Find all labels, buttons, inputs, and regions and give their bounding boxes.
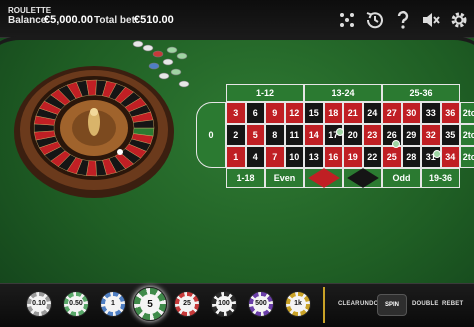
column-bet-2to1[interactable]: 2to1	[460, 124, 474, 146]
chip-1[interactable]: 1	[100, 291, 126, 317]
number-cell[interactable]: 28	[401, 146, 421, 168]
number-cell[interactable]: 16	[323, 146, 343, 168]
game-stage: ROULETTE Balance €5,000.00 Total bet €51…	[0, 0, 474, 327]
outside-bet[interactable]: Even	[265, 168, 304, 188]
number-cell[interactable]: 22	[362, 146, 382, 168]
number-cell[interactable]: 11	[284, 124, 304, 146]
zero-cell[interactable]: 0	[196, 102, 226, 168]
outside-bet[interactable]: 1-18	[226, 168, 265, 188]
chip-25[interactable]: 25	[174, 291, 200, 317]
number-cell[interactable]: 24	[362, 102, 382, 124]
column-bet-2to1[interactable]: 2to1	[460, 102, 474, 124]
undo-button[interactable]: UNDO	[360, 301, 378, 307]
number-cell[interactable]: 2	[226, 124, 246, 146]
number-cell[interactable]: 10	[284, 146, 304, 168]
number-cell[interactable]: 7	[265, 146, 285, 168]
outside-bet[interactable]: Odd	[382, 168, 421, 188]
chip-label: 500	[253, 296, 269, 312]
number-cell[interactable]: 27	[382, 102, 402, 124]
chip-label: 1k	[290, 296, 306, 312]
chip-0-50[interactable]: 0.50	[63, 291, 89, 317]
dozen-bet[interactable]: 25-36	[382, 84, 460, 102]
number-cell[interactable]: 3	[226, 102, 246, 124]
number-cell[interactable]: 18	[323, 102, 343, 124]
number-cell[interactable]: 21	[343, 102, 363, 124]
number-cell[interactable]: 19	[343, 146, 363, 168]
number-cell[interactable]: 20	[343, 124, 363, 146]
chip-label: 5	[139, 293, 161, 315]
number-cell[interactable]: 1	[226, 146, 246, 168]
help-icon[interactable]	[392, 9, 414, 31]
drag-handle-icon[interactable]	[336, 9, 358, 31]
number-cell[interactable]: 34	[440, 146, 460, 168]
number-cell[interactable]: 35	[440, 124, 460, 146]
number-cell[interactable]: 25	[382, 146, 402, 168]
history-icon[interactable]	[364, 9, 386, 31]
dozen-bet[interactable]: 13-24	[304, 84, 382, 102]
chip-0-10[interactable]: 0.10	[26, 291, 52, 317]
total-bet-label: Total bet	[94, 15, 135, 26]
chip-label: 0.10	[31, 296, 47, 312]
number-cell[interactable]: 30	[401, 102, 421, 124]
number-cell[interactable]: 15	[304, 102, 324, 124]
bar-divider	[323, 287, 325, 323]
chip-label: 1	[105, 296, 121, 312]
number-cell[interactable]: 4	[245, 146, 265, 168]
black-bet[interactable]	[343, 168, 382, 188]
number-cell[interactable]: 23	[362, 124, 382, 146]
settings-icon[interactable]	[448, 9, 470, 31]
red-diamond-icon	[307, 168, 340, 188]
placed-chip[interactable]	[392, 140, 400, 148]
placed-chip[interactable]	[433, 150, 441, 158]
dozen-bet[interactable]: 1-12	[226, 84, 304, 102]
number-cell[interactable]: 36	[440, 102, 460, 124]
number-cell[interactable]: 9	[265, 102, 285, 124]
spin-button[interactable]: SPIN	[377, 294, 407, 316]
number-cell[interactable]: 14	[304, 124, 324, 146]
roulette-wheel	[14, 66, 174, 198]
balance-label: Balance	[8, 15, 47, 26]
betting-grid: 0 3 6 9 12 15 18 21 24 27 30 33 36 2 5 8 11 14 17 20 23 26 29 3…	[192, 82, 474, 204]
number-cell[interactable]: 32	[421, 124, 441, 146]
sound-muted-icon[interactable]	[420, 9, 442, 31]
number-cell[interactable]: 29	[401, 124, 421, 146]
roulette-ball	[117, 149, 123, 155]
placed-chip[interactable]	[335, 128, 344, 136]
chip-100[interactable]: 100	[211, 291, 237, 317]
double-button[interactable]: DOUBLE	[412, 301, 439, 307]
chip-label: 0.50	[68, 296, 84, 312]
chip-500[interactable]: 500	[248, 291, 274, 317]
red-bet[interactable]	[304, 168, 343, 188]
number-cell[interactable]: 12	[284, 102, 304, 124]
balance-value: €5,000.00	[44, 14, 93, 26]
chip-5[interactable]: 5	[133, 287, 167, 321]
chip-label: 100	[216, 296, 232, 312]
number-cell[interactable]: 13	[304, 146, 324, 168]
black-diamond-icon	[346, 168, 379, 188]
chip-1k[interactable]: 1k	[285, 291, 311, 317]
number-cell[interactable]: 8	[265, 124, 285, 146]
clear-button[interactable]: CLEAR	[338, 301, 360, 307]
chip-label: 25	[179, 296, 195, 312]
outside-bet[interactable]: 19-36	[421, 168, 460, 188]
number-cell[interactable]: 6	[245, 102, 265, 124]
column-bet-2to1[interactable]: 2to1	[460, 146, 474, 168]
total-bet-value: €510.00	[134, 14, 174, 26]
rebet-button[interactable]: REBET	[442, 301, 463, 307]
number-cell[interactable]: 5	[245, 124, 265, 146]
number-cell[interactable]: 33	[421, 102, 441, 124]
top-bar: ROULETTE Balance €5,000.00 Total bet €51…	[0, 0, 474, 38]
